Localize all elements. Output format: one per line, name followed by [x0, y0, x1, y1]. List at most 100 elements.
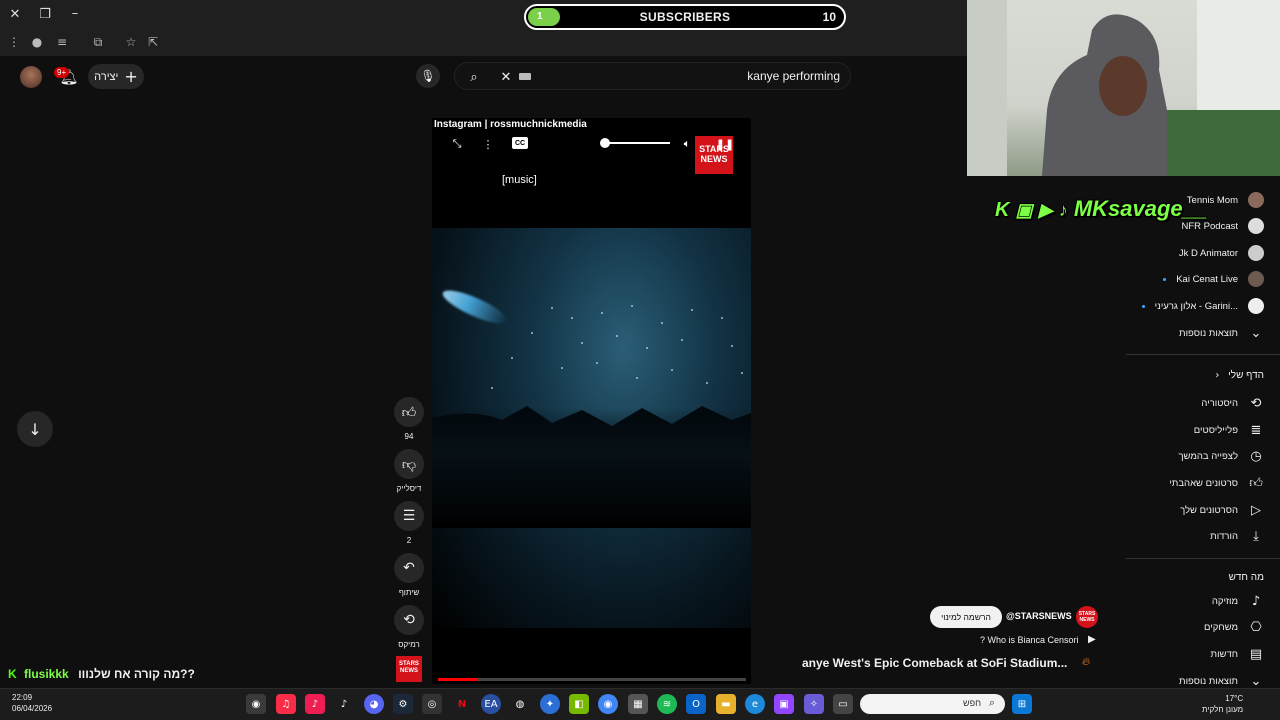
shorts-video-player[interactable]: Instagram | rossmuchnickmedia ⤡ ⋮ CC 🔈︎ … — [432, 118, 751, 684]
voice-search-mic-icon[interactable]: 🎙︎ — [416, 64, 440, 88]
minimize-window-icon[interactable]: – — [64, 2, 86, 24]
spotify-taskbar-icon[interactable]: ≋ — [657, 694, 677, 714]
discord-taskbar-icon[interactable]: ◕ — [364, 694, 384, 714]
share-button[interactable]: ↶ — [394, 553, 424, 583]
outlook-taskbar-icon[interactable]: O — [686, 694, 706, 714]
pause-icon[interactable]: ❚❚ — [716, 135, 734, 153]
search-box[interactable]: ⌕ ✕ kanye performing — [454, 62, 851, 90]
sidebar-item-liked-videos[interactable]: סרטונים שאהבתי 👍︎ — [1169, 473, 1264, 493]
search-icon[interactable]: ⌕ — [465, 68, 483, 86]
sidebar-channel[interactable]: Kai Cenat Live — [1163, 269, 1264, 289]
sidebar-item-gaming[interactable]: משחקים ⎔ — [1204, 617, 1264, 637]
channel-name: Jk D Animator — [1178, 247, 1238, 259]
playlist-icon: ≣ — [1250, 422, 1262, 438]
sidebar-item-label: הסרטונים שלך — [1180, 504, 1238, 516]
share-page-icon[interactable]: ⇱ — [143, 32, 163, 52]
download-icon: ⤓ — [1253, 528, 1259, 544]
sidebar-divider — [1126, 558, 1280, 559]
create-button[interactable]: יצירה + — [88, 64, 144, 89]
taskbar-search-box[interactable]: חפש ⌕ — [860, 694, 1005, 714]
play-triangle-icon: ▶ — [1088, 634, 1096, 645]
obs-taskbar-icon[interactable]: ◎ — [422, 694, 442, 714]
copilot-taskbar-icon[interactable]: ✧ — [804, 694, 824, 714]
restore-window-icon[interactable]: ❐ — [34, 3, 56, 25]
twitch-taskbar-icon[interactable]: ▣ — [774, 694, 794, 714]
sidebar-channel[interactable]: Jk D Animator — [1179, 243, 1264, 263]
channel-thumbnail[interactable]: STARS NEWS — [396, 656, 422, 682]
channel-name: Kai Cenat Live — [1176, 273, 1238, 285]
weather-temperature: 17°C — [1225, 694, 1244, 703]
sidebar-item-watch-later[interactable]: לצפייה בהמשך ◷ — [1178, 446, 1264, 466]
kick-icon: K — [8, 667, 17, 681]
live-dot — [1141, 304, 1145, 308]
bookmark-star-icon[interactable]: ☆ — [121, 32, 141, 52]
sidebar-item-playlists[interactable]: פלייליסטים ≣ — [1194, 420, 1264, 440]
file-explorer-taskbar-icon[interactable]: ▬ — [716, 694, 736, 714]
fullscreen-icon[interactable]: ⤡ — [448, 135, 466, 153]
ea-taskbar-icon[interactable]: EA — [481, 694, 501, 714]
show-more-channels[interactable]: תוצאות נוספות ⌄ — [1179, 323, 1264, 343]
edge-taskbar-icon[interactable]: e — [745, 694, 765, 714]
sidebar-channel[interactable]: Tennis Mom — [1187, 190, 1264, 210]
volume-icon[interactable]: 🔈︎ — [678, 135, 696, 153]
profile-icon[interactable]: ● — [27, 32, 47, 52]
chat-text: מה קורה אח שלנווו?? — [78, 667, 195, 681]
related-video-link[interactable]: ? Who is Bianca Censori — [980, 635, 1079, 645]
like-button[interactable]: 👍︎ — [394, 397, 424, 427]
sidebar-item-label: הורדות — [1210, 530, 1238, 542]
battlenet-taskbar-icon[interactable]: ✦ — [540, 694, 560, 714]
media-control-icon[interactable]: ≡ — [52, 32, 72, 52]
windows-start-icon[interactable]: ⊞ — [1012, 694, 1032, 714]
notification-count-badge: 9+ — [54, 67, 70, 78]
sidebar-item-your-videos[interactable]: הסרטונים שלך ▷ — [1180, 500, 1264, 520]
sidebar-channel[interactable]: אלון גרעיני - Garini... — [1141, 296, 1264, 316]
history-icon: ⟲ — [1250, 395, 1262, 411]
more-options-icon[interactable]: ⋮ — [479, 135, 497, 153]
tiktok-taskbar-icon[interactable]: ♪ — [305, 694, 325, 714]
volume-slider-knob[interactable] — [600, 138, 610, 148]
sidebar-item-news[interactable]: חדשות ▤ — [1211, 644, 1264, 664]
thumb-up-icon: 👍︎ — [1249, 475, 1263, 491]
tiktok-live-taskbar-icon[interactable]: ♪ — [334, 694, 354, 714]
captions-button[interactable]: CC — [512, 137, 528, 149]
music-app-taskbar-icon[interactable]: ♫ — [276, 694, 296, 714]
clear-search-icon[interactable]: ✕ — [497, 68, 515, 86]
close-window-icon[interactable]: ✕ — [4, 3, 26, 25]
google-chrome-taskbar-icon[interactable]: ◉ — [598, 694, 618, 714]
sidebar-channel[interactable]: NFR Podcast — [1182, 216, 1264, 236]
steam-taskbar-icon[interactable]: ⚙ — [393, 694, 413, 714]
epic-games-taskbar-icon[interactable]: ◍ — [510, 694, 530, 714]
live-dot — [1163, 277, 1167, 281]
search-input[interactable]: kanye performing — [747, 69, 840, 83]
sidebar-divider — [1126, 354, 1280, 355]
extensions-icon[interactable]: ⧉ — [88, 32, 108, 52]
you-section-heading[interactable]: › הדף שלי — [1215, 370, 1264, 381]
clock-time: 22:09 — [12, 693, 33, 702]
sidebar-item-history[interactable]: היסטוריה ⟲ — [1201, 393, 1264, 413]
netflix-taskbar-icon[interactable]: N — [452, 694, 472, 714]
sidebar-item-downloads[interactable]: הורדות ⤓ — [1210, 526, 1264, 546]
chrome-taskbar-icon[interactable]: ◉ — [246, 694, 266, 714]
store-taskbar-icon[interactable]: ▦ — [628, 694, 648, 714]
comments-button[interactable]: ☰ — [394, 501, 424, 531]
task-view-taskbar-icon[interactable]: ▭ — [833, 694, 853, 714]
dislike-button[interactable]: 👎︎ — [394, 449, 424, 479]
system-clock[interactable]: 22:09 06/04/2026 — [12, 692, 52, 714]
account-avatar[interactable] — [20, 66, 42, 88]
channel-handle[interactable]: @STARSNEWS — [1006, 611, 1072, 621]
nvidia-taskbar-icon[interactable]: ◧ — [569, 694, 589, 714]
subscribe-button[interactable]: הרשמה למינוי — [930, 606, 1002, 628]
next-short-arrow-down-icon[interactable]: ↓ — [17, 411, 53, 447]
video-progress-bar[interactable] — [438, 678, 746, 681]
sidebar-item-music[interactable]: מוזיקה ♪ — [1212, 591, 1264, 611]
weather-widget[interactable]: 17°C מעונן חלקית — [1202, 693, 1243, 715]
video-shadow — [432, 408, 751, 528]
menu-dots-icon[interactable]: ⋮ — [4, 32, 24, 52]
remix-button[interactable]: ⟲ — [394, 605, 424, 635]
kick-icon: K — [995, 199, 1010, 221]
channel-logo[interactable]: STARS NEWS — [1076, 606, 1098, 628]
volume-slider[interactable] — [604, 142, 670, 144]
keyboard-icon[interactable] — [519, 73, 531, 80]
channel-avatar — [1248, 245, 1264, 261]
channel-avatar — [1248, 298, 1264, 314]
